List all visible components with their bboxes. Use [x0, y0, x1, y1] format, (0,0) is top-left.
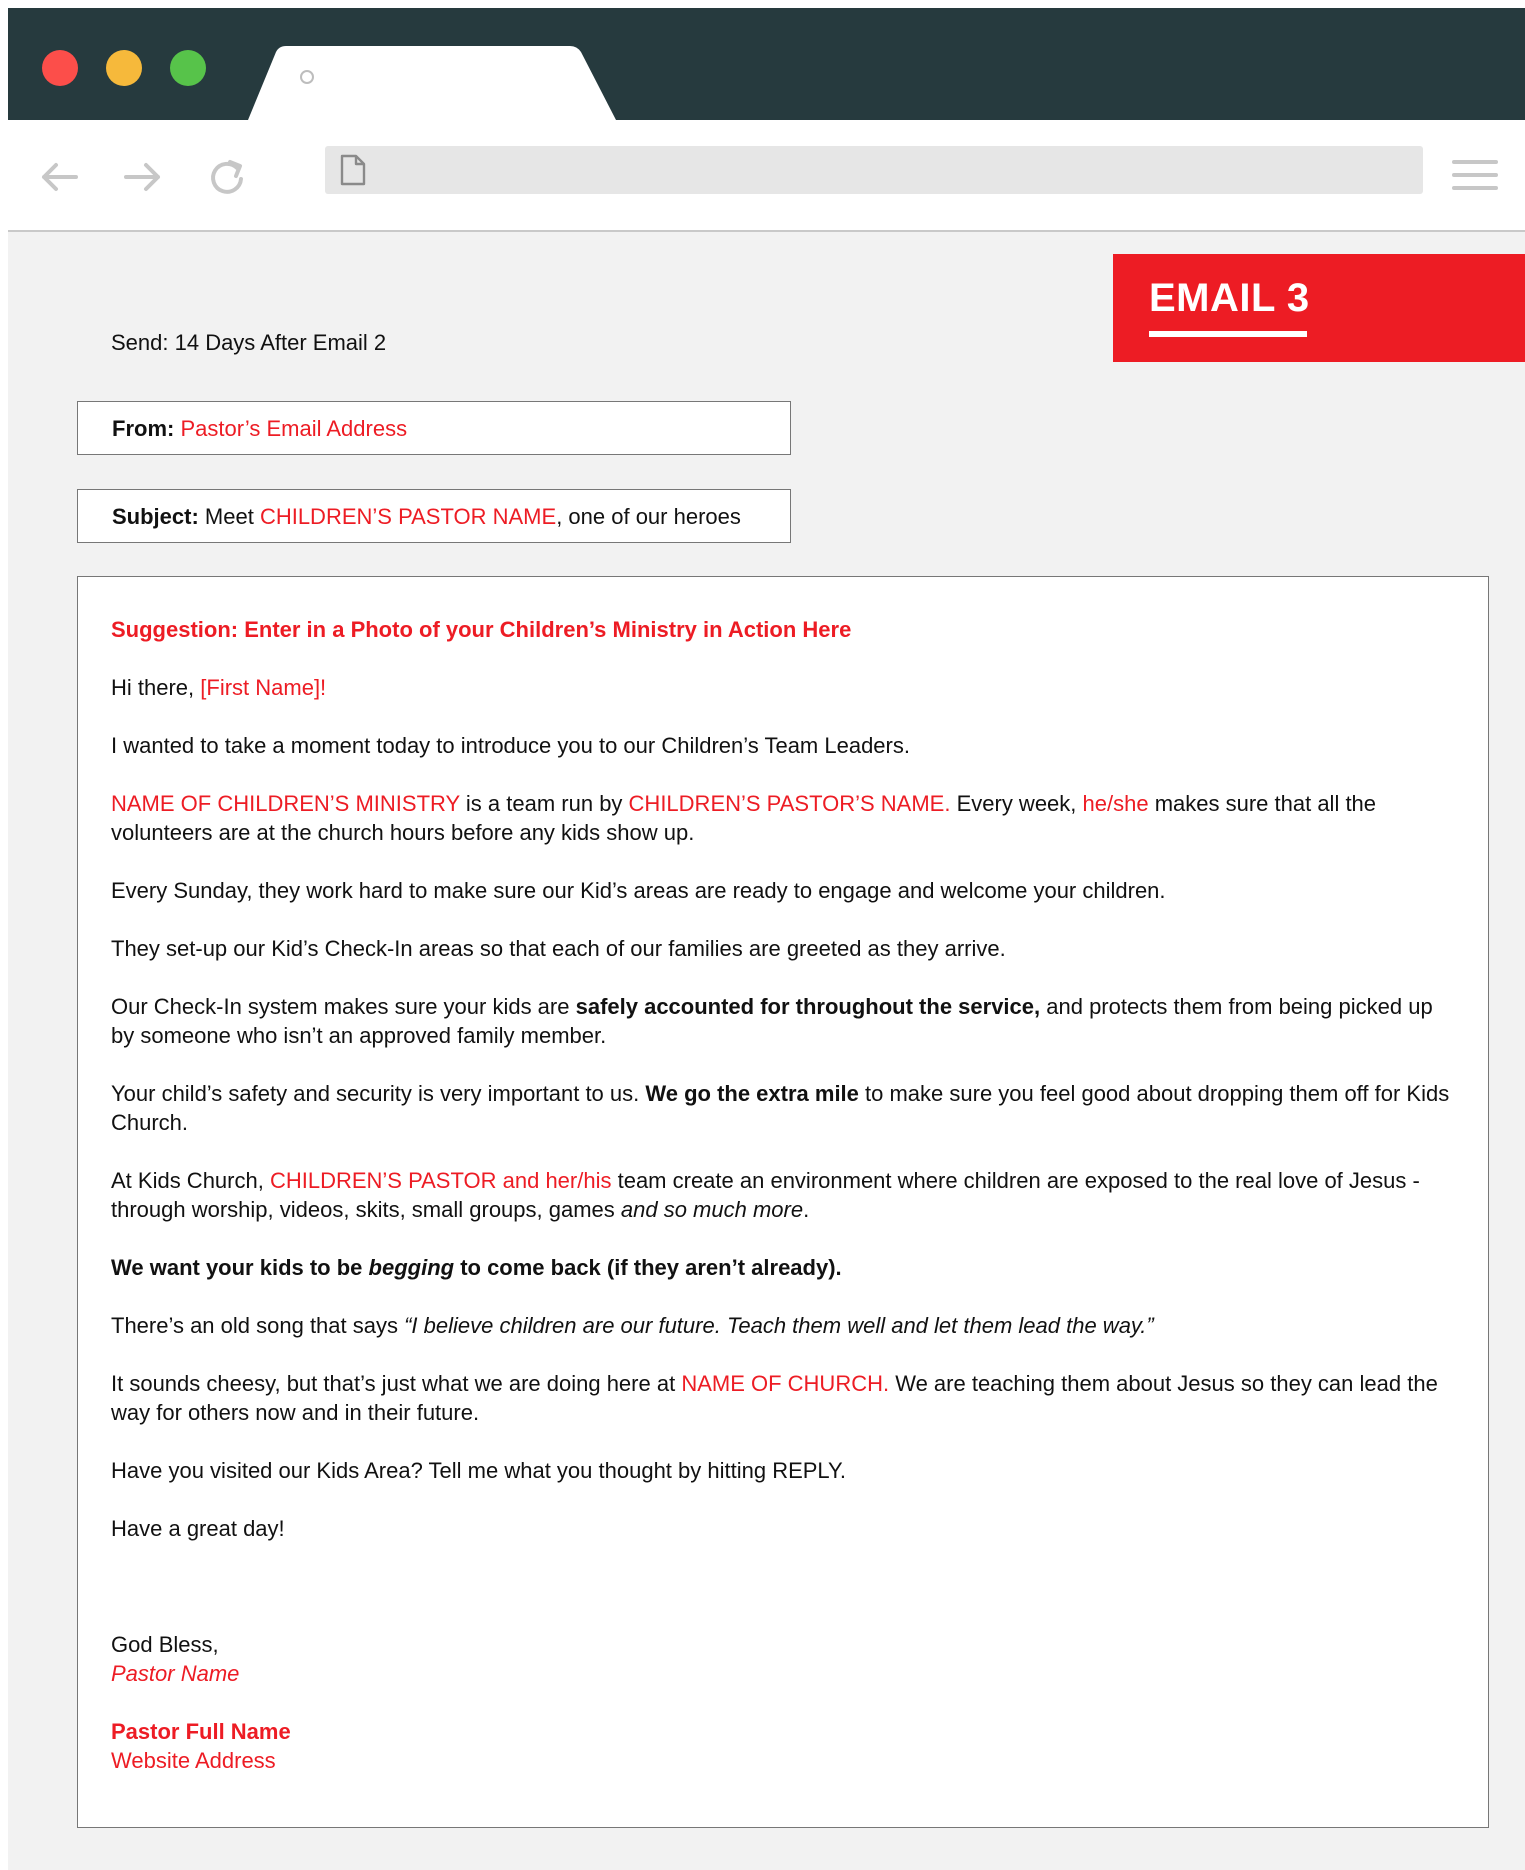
subject-highlight: CHILDREN’S PASTOR NAME	[259, 504, 557, 529]
from-field: From: Pastor’s Email Address	[77, 401, 791, 455]
text-run: .	[803, 1197, 810, 1222]
greeting: Hi there, [First Name]!	[111, 673, 1454, 702]
song-quote: “I believe children are our future. Teac…	[404, 1313, 1154, 1338]
ministry-name-placeholder: NAME OF CHILDREN’S MINISTRY	[111, 791, 460, 816]
tab-favicon-icon	[300, 70, 314, 84]
arrow-left-icon[interactable]	[36, 154, 82, 200]
text-run: Our Check-In system makes sure your kids…	[111, 994, 576, 1019]
paragraph-kids-church: At Kids Church, CHILDREN’S PASTOR and he…	[111, 1166, 1454, 1224]
browser-tab[interactable]	[248, 46, 728, 120]
badge-label: EMAIL 3	[1149, 276, 1310, 320]
childrens-pastor-placeholder: CHILDREN’S PASTOR and her/his	[269, 1168, 612, 1193]
subject-post: , one of our heroes	[556, 504, 741, 529]
text-run: We want your kids to be	[111, 1255, 369, 1280]
email-number-badge: EMAIL 3	[1113, 254, 1525, 362]
title-bar	[8, 8, 1525, 120]
text-run: is a team run by	[459, 791, 629, 816]
subject-pre: Meet	[198, 504, 260, 529]
text-run: There’s an old song that says	[111, 1313, 405, 1338]
paragraph-ministry: NAME OF CHILDREN’S MINISTRY is a team ru…	[111, 789, 1454, 847]
page-icon	[340, 154, 366, 186]
subject-label: Subject:	[112, 504, 199, 529]
text-run: to come back (if they aren’t already).	[454, 1255, 842, 1280]
signature-name: Pastor Name	[111, 1661, 240, 1686]
text-run: Your child’s safety and security is very…	[111, 1081, 646, 1106]
bold-text: safely accounted for throughout the serv…	[575, 994, 1041, 1019]
pronoun-placeholder: he/she	[1082, 791, 1149, 816]
bold-text: We go the extra mile	[645, 1081, 859, 1106]
subject-field: Subject: Meet CHILDREN’S PASTOR NAME, on…	[77, 489, 791, 543]
arrow-right-icon[interactable]	[120, 154, 166, 200]
paragraph-great-day: Have a great day!	[111, 1516, 285, 1541]
paragraph-safety: Your child’s safety and security is very…	[111, 1079, 1454, 1137]
close-window-button[interactable]	[42, 50, 78, 86]
browser-window: EMAIL 3 Send: 14 Days After Email 2 From…	[8, 8, 1525, 1870]
website-address: Website Address	[111, 1748, 276, 1773]
from-label: From:	[112, 416, 175, 441]
paragraph-cheesy: It sounds cheesy, but that’s just what w…	[111, 1369, 1454, 1427]
from-value: Pastor’s Email Address	[180, 416, 408, 441]
greeting-text: Hi there,	[111, 675, 201, 700]
address-bar[interactable]	[325, 146, 1423, 194]
email-body: Suggestion: Enter in a Photo of your Chi…	[77, 576, 1489, 1828]
text-run: Every week,	[950, 791, 1083, 816]
paragraph-checkin-areas: They set-up our Kid’s Check-In areas so …	[111, 936, 1006, 961]
browser-toolbar	[8, 120, 1525, 232]
hamburger-menu-icon[interactable]	[1452, 160, 1498, 194]
paragraph-intro: I wanted to take a moment today to intro…	[111, 733, 910, 758]
paragraph-sunday: Every Sunday, they work hard to make sur…	[111, 878, 1166, 903]
first-name-placeholder: [First Name]!	[200, 675, 327, 700]
paragraph-begging: We want your kids to be begging to come …	[111, 1253, 1454, 1282]
pastor-full-name: Pastor Full Name	[111, 1719, 291, 1744]
photo-suggestion: Suggestion: Enter in a Photo of your Chi…	[111, 617, 852, 642]
paragraph-checkin-system: Our Check-In system makes sure your kids…	[111, 992, 1454, 1050]
closing: God Bless,	[111, 1632, 219, 1657]
italic-text: begging	[368, 1255, 455, 1280]
maximize-window-button[interactable]	[170, 50, 206, 86]
text-run: At Kids Church,	[111, 1168, 270, 1193]
minimize-window-button[interactable]	[106, 50, 142, 86]
pastor-name-placeholder: CHILDREN’S PASTOR’S NAME.	[628, 791, 951, 816]
italic-text: and so much more	[620, 1197, 804, 1222]
paragraph-song: There’s an old song that says “I believe…	[111, 1311, 1454, 1340]
church-name-placeholder: NAME OF CHURCH.	[681, 1371, 890, 1396]
reload-icon[interactable]	[204, 154, 250, 200]
paragraph-reply: Have you visited our Kids Area? Tell me …	[111, 1458, 846, 1483]
text-run: It sounds cheesy, but that’s just what w…	[111, 1371, 682, 1396]
badge-underline	[1149, 331, 1307, 337]
send-schedule: Send: 14 Days After Email 2	[111, 330, 387, 355]
